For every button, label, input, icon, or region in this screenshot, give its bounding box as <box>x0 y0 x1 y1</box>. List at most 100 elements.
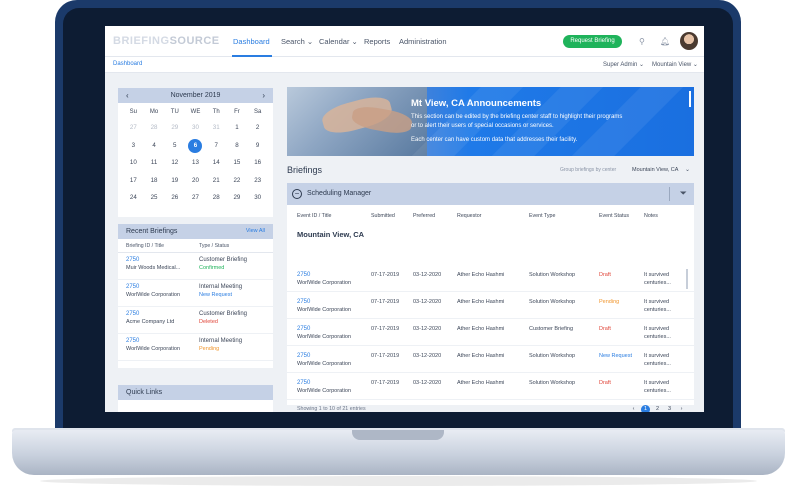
calendar-day[interactable]: 6 <box>185 137 206 155</box>
table-row[interactable]: 2750 WorlWide Corporation 07-17-2019 03-12-… <box>287 265 694 292</box>
calendar-day[interactable]: 2 <box>247 119 268 137</box>
scheduling-manager-title: Scheduling Manager <box>307 190 372 197</box>
header-requestor[interactable]: Requestor <box>457 213 481 219</box>
calendar-day[interactable]: 28 <box>206 189 227 207</box>
header-preferred[interactable]: Preferred <box>413 213 435 219</box>
calendar-day[interactable]: 14 <box>206 154 227 172</box>
header-submitted[interactable]: Submitted <box>371 213 395 219</box>
nav-search[interactable]: Search ⌄ <box>281 37 313 46</box>
calendar-day[interactable]: 12 <box>164 154 185 172</box>
submitted-date: 07-17-2019 <box>371 326 400 332</box>
avatar[interactable] <box>680 32 698 50</box>
event-id[interactable]: 2750 <box>297 272 351 280</box>
next-page-icon[interactable]: › <box>677 405 686 412</box>
calendar-day[interactable]: 23 <box>247 172 268 190</box>
calendar-day[interactable]: 28 <box>144 119 165 137</box>
calendar-day[interactable]: 9 <box>247 137 268 155</box>
recent-briefing-item[interactable]: 2750 WorlWide Corporation Internal Meeting… <box>118 334 273 361</box>
calendar-day[interactable]: 7 <box>206 137 227 155</box>
event-id[interactable]: 2750 <box>297 326 351 334</box>
calendar-day[interactable]: 4 <box>144 137 165 155</box>
briefing-id[interactable]: 2750 <box>126 338 199 344</box>
calendar-day[interactable]: 22 <box>227 172 248 190</box>
group-label: Group briefings by center <box>560 167 617 173</box>
calendar-day[interactable]: 8 <box>227 137 248 155</box>
breadcrumb[interactable]: Dashboard <box>113 61 142 67</box>
quick-links-title[interactable]: Quick Links <box>126 389 162 396</box>
recent-briefing-item[interactable]: 2750 WorlWide Corporation Internal Meeting… <box>118 280 273 307</box>
calendar-day[interactable]: 20 <box>185 172 206 190</box>
banner-scrollbar[interactable] <box>689 91 691 107</box>
table-row[interactable]: 2750 WorlWide Corporation 07-17-2019 03-12-… <box>287 292 694 319</box>
nav-calendar[interactable]: Calendar ⌄ <box>319 37 358 46</box>
nav-reports[interactable]: Reports <box>364 37 390 46</box>
header-event-type[interactable]: Event Type <box>529 213 555 219</box>
recent-briefing-item[interactable]: 2750 Muir Woods Medical... Customer Briefi… <box>118 253 273 280</box>
submitted-date: 07-17-2019 <box>371 272 400 278</box>
event-id[interactable]: 2750 <box>297 353 351 361</box>
calendar-day[interactable]: 27 <box>185 189 206 207</box>
quick-links-panel: Quick Links <box>118 385 273 412</box>
calendar-day[interactable]: 30 <box>185 119 206 137</box>
calendar-day[interactable]: 19 <box>164 172 185 190</box>
bell-icon[interactable]: 🔔︎ <box>660 37 670 46</box>
logo[interactable]: BRIEFINGSOURCE <box>113 35 220 47</box>
event-id[interactable]: 2750 <box>297 380 351 388</box>
table-row[interactable]: 2750 WorlWide Corporation 07-17-2019 03-12-… <box>287 346 694 373</box>
calendar-grid: Su Mo TU WE Th Fr Sa 27 28 29 30 31 1 2 3 4 5 6 7 8 9 10 11 12 1… <box>118 103 273 207</box>
briefing-id[interactable]: 2750 <box>126 311 199 317</box>
calendar-day[interactable]: 10 <box>123 154 144 172</box>
calendar-day[interactable]: 30 <box>247 189 268 207</box>
collapse-icon[interactable]: − <box>292 189 302 199</box>
note-line: centuries... <box>644 279 671 286</box>
table-scrollbar[interactable] <box>686 269 688 289</box>
prev-page-icon[interactable]: ‹ <box>629 405 638 412</box>
calendar-day[interactable]: 3 <box>123 137 144 155</box>
briefing-id[interactable]: 2750 <box>126 257 199 263</box>
calendar-day[interactable]: 18 <box>144 172 165 190</box>
briefing-type: Internal Meeting <box>199 338 243 344</box>
calendar-day[interactable]: 15 <box>227 154 248 172</box>
page-1[interactable]: 1 <box>641 405 650 412</box>
table-row[interactable]: 2750 WorlWide Corporation 07-17-2019 03-12-… <box>287 373 694 400</box>
calendar-day[interactable]: 13 <box>185 154 206 172</box>
calendar-day[interactable]: 27 <box>123 119 144 137</box>
group-select[interactable]: Mountain View, CA <box>632 167 678 173</box>
nav-administration[interactable]: Administration <box>399 37 447 46</box>
user-menu[interactable]: Super Admin ⌄ <box>603 61 644 68</box>
next-month-icon[interactable]: › <box>262 91 265 100</box>
calendar-day[interactable]: 16 <box>247 154 268 172</box>
calendar-day[interactable]: 29 <box>227 189 248 207</box>
note-line: centuries... <box>644 333 671 340</box>
top-nav: BRIEFINGSOURCE Dashboard Search ⌄ Calend… <box>105 26 704 57</box>
table-row[interactable]: 2750 WorlWide Corporation 07-17-2019 03-12-… <box>287 319 694 346</box>
calendar-day[interactable]: 29 <box>164 119 185 137</box>
view-all-link[interactable]: View All <box>246 228 265 234</box>
calendar-day[interactable]: 1 <box>227 119 248 137</box>
recent-briefing-item[interactable]: 2750 Acme Company Ltd Customer Briefing Del… <box>118 307 273 334</box>
briefing-id[interactable]: 2750 <box>126 284 199 290</box>
calendar-day[interactable]: 31 <box>206 119 227 137</box>
location-menu[interactable]: Mountain View ⌄ <box>652 61 698 68</box>
calendar-day[interactable]: 11 <box>144 154 165 172</box>
filter-icon[interactable]: ⏷ <box>680 188 687 199</box>
calendar-month: November 2019 <box>170 92 221 99</box>
calendar-day[interactable]: 17 <box>123 172 144 190</box>
chevron-down-icon[interactable]: ⌄ <box>685 166 690 173</box>
calendar-day[interactable]: 25 <box>144 189 165 207</box>
calendar-day[interactable]: 26 <box>164 189 185 207</box>
header-notes[interactable]: Notes <box>644 213 658 219</box>
calendar-day[interactable]: 21 <box>206 172 227 190</box>
preferred-date: 03-12-2020 <box>413 380 442 386</box>
page-2[interactable]: 2 <box>653 405 662 412</box>
calendar-day[interactable]: 24 <box>123 189 144 207</box>
search-icon[interactable]: ⚲ <box>639 37 645 46</box>
event-id[interactable]: 2750 <box>297 299 351 307</box>
header-event-status[interactable]: Event Status <box>599 213 629 219</box>
request-briefing-button[interactable]: Request Briefing <box>563 35 622 48</box>
header-event-id[interactable]: Event ID / Title <box>297 213 331 219</box>
calendar-day[interactable]: 5 <box>164 137 185 155</box>
page-3[interactable]: 3 <box>665 405 674 412</box>
weekday-label: TU <box>170 109 179 115</box>
nav-dashboard[interactable]: Dashboard <box>233 37 270 46</box>
